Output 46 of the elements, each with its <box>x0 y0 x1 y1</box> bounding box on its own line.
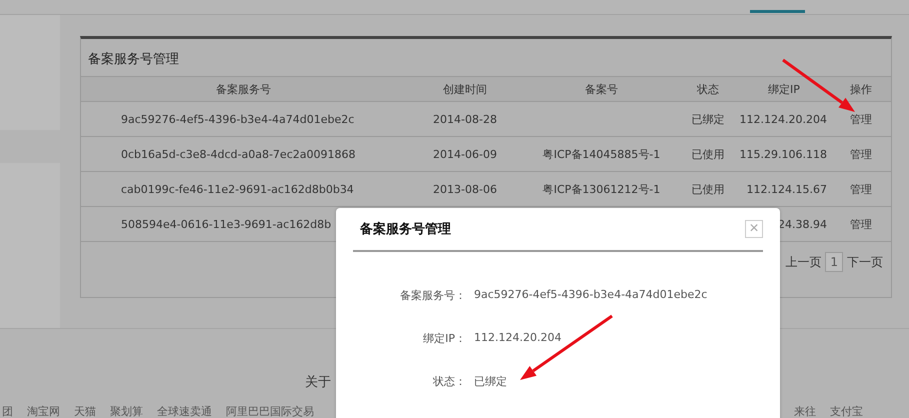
table-cell: 112.124.15.67 <box>746 182 827 196</box>
table-cell: 已使用 <box>692 148 724 160</box>
table-cell: 24.38.94 <box>778 218 827 230</box>
table-cell: 粤ICP备14045885号-1 <box>542 148 660 160</box>
prev-page-link[interactable]: 上一页 <box>785 254 822 270</box>
active-tab-underline <box>750 10 805 13</box>
next-page-link[interactable]: 下一页 <box>847 254 883 270</box>
table-cell: cab0199c-fe46-11e2-9691-ac162d8b0b34 <box>121 182 354 196</box>
close-button[interactable]: × <box>745 220 763 238</box>
page-number[interactable]: 1 <box>825 252 843 272</box>
table-cell: 已绑定 <box>692 112 724 126</box>
table-cell: 粤ICP备13061212号-1 <box>542 182 660 196</box>
manage-link[interactable]: 管理 <box>850 218 872 230</box>
field-value: 112.124.20.204 <box>474 331 562 346</box>
footer-link[interactable]: 团 <box>2 404 13 418</box>
footer-link[interactable]: 全球速卖通 <box>157 404 212 418</box>
footer-link[interactable]: 天猫 <box>74 404 96 418</box>
table-cell: 2014-08-28 <box>433 112 497 126</box>
manage-link[interactable]: 管理 <box>850 182 872 196</box>
column-header: 备案号 <box>584 82 619 96</box>
table-cell: 0cb16a5d-c3e8-4dcd-a0a8-7ec2a0091868 <box>121 148 356 160</box>
field-value: 9ac59276-4ef5-4396-b3e4-4a74d01ebe2c <box>474 288 708 303</box>
table-cell: 2014-06-09 <box>433 148 497 160</box>
table-cell: 508594e4-0616-11e3-9691-ac162d8b <box>121 218 332 230</box>
footer-link[interactable]: 来往 <box>794 404 816 418</box>
footer-link[interactable]: 支付宝 <box>830 404 863 418</box>
table-cell: 9ac59276-4ef5-4396-b3e4-4a74d01ebe2c <box>121 112 354 126</box>
field-value: 已绑定 <box>474 374 507 389</box>
column-header: 操作 <box>849 82 873 96</box>
column-header: 绑定IP <box>767 82 801 96</box>
column-header: 创建时间 <box>442 82 488 96</box>
field-label: 备案服务号： <box>399 288 466 303</box>
field-label: 状态： <box>432 374 466 389</box>
manage-link[interactable]: 管理 <box>850 148 872 160</box>
table-cell: 115.29.106.118 <box>740 148 827 160</box>
footer-link[interactable]: 阿里巴巴国际交易 <box>226 404 314 418</box>
table-cell: 2013-08-06 <box>433 182 497 196</box>
column-header: 状态 <box>696 82 720 96</box>
column-header: 备案服务号 <box>215 82 272 96</box>
dialog-title: 备案服务号管理 <box>358 220 451 238</box>
footer-link[interactable]: 淘宝网 <box>27 404 60 418</box>
field-label: 绑定IP： <box>422 331 466 346</box>
table-cell: 已使用 <box>692 182 724 196</box>
table-cell: 112.124.20.204 <box>740 112 827 126</box>
manage-link[interactable]: 管理 <box>850 112 872 126</box>
footer-link[interactable]: 聚划算 <box>110 404 143 418</box>
